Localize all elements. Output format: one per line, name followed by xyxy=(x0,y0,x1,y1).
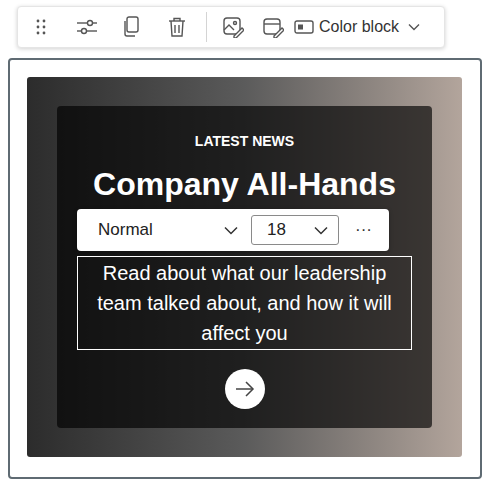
color-block-label: Color block xyxy=(319,15,399,39)
chevron-down-icon xyxy=(408,23,420,31)
more-options-button[interactable]: ··· xyxy=(355,220,372,240)
color-block-icon xyxy=(294,20,314,34)
card-title[interactable]: Company All-Hands xyxy=(93,164,396,204)
description-textbox[interactable]: Read about what our leadership team talk… xyxy=(77,256,412,350)
edit-image-icon[interactable] xyxy=(221,15,245,39)
style-dropdown[interactable]: Normal xyxy=(98,217,238,243)
settings-sliders-icon[interactable] xyxy=(75,15,99,39)
toolbar-divider xyxy=(206,12,207,42)
drag-handle-icon[interactable] xyxy=(31,17,51,37)
format-toolbar: Normal 18 ··· xyxy=(77,209,389,251)
chevron-down-icon xyxy=(314,226,328,235)
edit-block-icon[interactable] xyxy=(261,15,285,39)
delete-icon[interactable] xyxy=(165,15,189,39)
block-toolbar: Color block xyxy=(17,6,445,48)
color-block-dropdown[interactable]: Color block xyxy=(293,13,421,41)
news-card: LATEST NEWS Company All-Hands Normal 18 … xyxy=(57,106,432,428)
eyebrow-label: LATEST NEWS xyxy=(195,132,294,150)
duplicate-icon[interactable] xyxy=(119,15,143,39)
size-dropdown[interactable]: 18 xyxy=(251,215,339,245)
arrow-right-icon xyxy=(235,381,255,397)
description-text: Read about what our leadership team talk… xyxy=(84,258,405,348)
size-value: 18 xyxy=(267,217,286,243)
background-image: LATEST NEWS Company All-Hands Normal 18 … xyxy=(27,77,462,457)
selected-block-frame: LATEST NEWS Company All-Hands Normal 18 … xyxy=(8,58,482,479)
arrow-button[interactable] xyxy=(225,369,265,409)
chevron-down-icon xyxy=(224,226,238,235)
style-value: Normal xyxy=(98,217,153,243)
